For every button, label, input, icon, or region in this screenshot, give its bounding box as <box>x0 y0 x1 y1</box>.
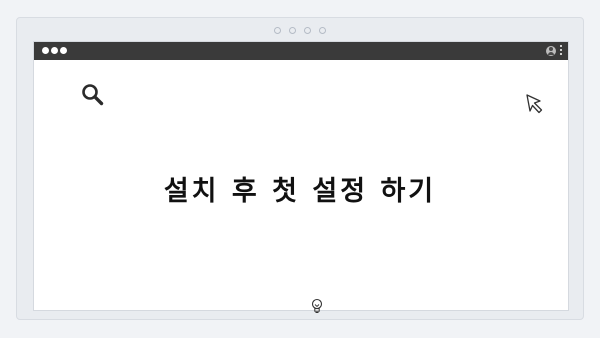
pager-dot[interactable] <box>289 27 296 34</box>
kebab-menu-icon[interactable] <box>560 45 562 57</box>
maximize-dot[interactable] <box>60 47 67 54</box>
pager-dot[interactable] <box>274 27 281 34</box>
pager-dot[interactable] <box>304 27 311 34</box>
window-controls <box>42 47 69 66</box>
pager-dot[interactable] <box>319 27 326 34</box>
slide-frame: 설치 후 첫 설정 하기 <box>16 17 584 320</box>
slide-pager <box>17 25 583 34</box>
close-dot[interactable] <box>42 47 49 54</box>
search-icon <box>82 84 104 106</box>
cursor-arrow-icon <box>526 94 543 114</box>
minimize-dot[interactable] <box>51 47 58 54</box>
window-title-bar <box>34 42 568 60</box>
user-icon[interactable] <box>546 46 556 56</box>
lightbulb-icon <box>311 298 323 313</box>
title-bar-actions <box>546 45 562 57</box>
headline: 설치 후 첫 설정 하기 <box>163 176 437 207</box>
